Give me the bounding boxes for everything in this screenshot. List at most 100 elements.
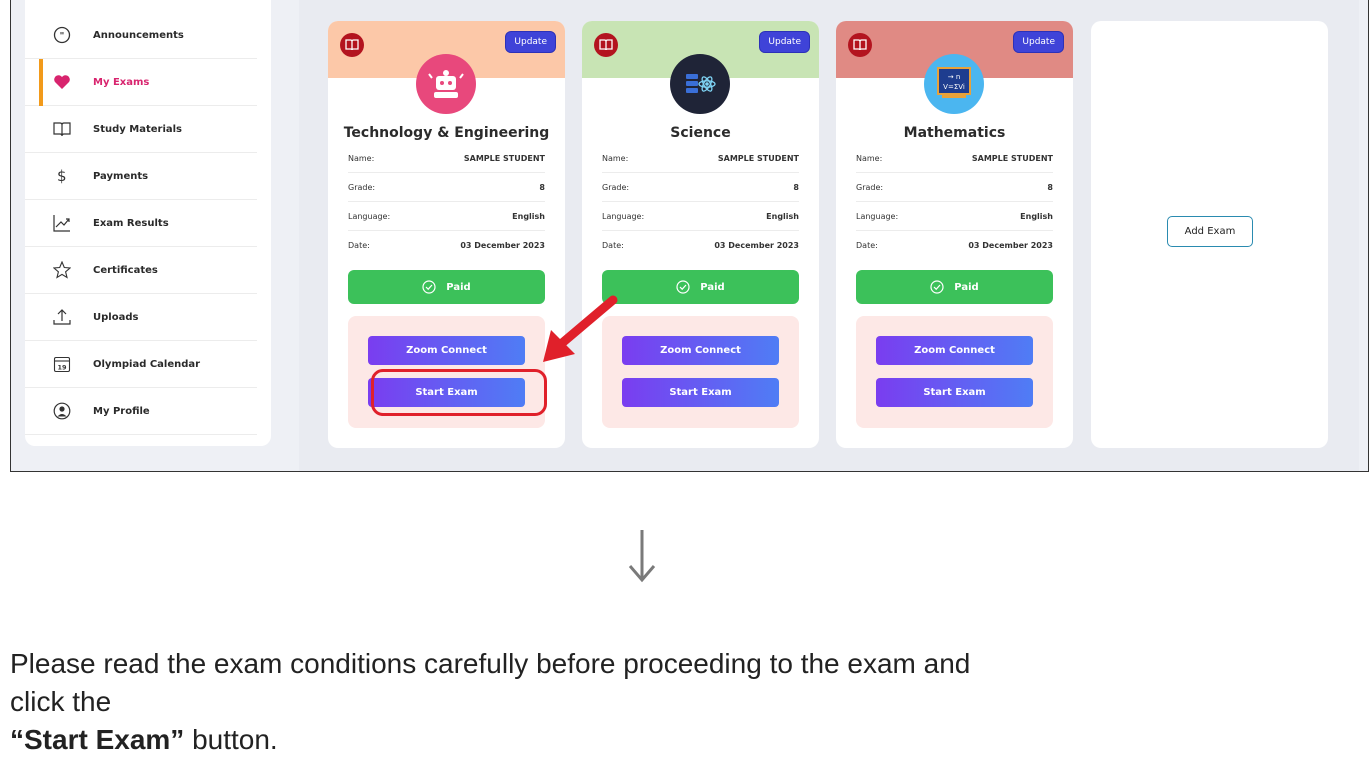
field-label: Language: — [348, 211, 391, 221]
calendar-day: 19 — [57, 364, 67, 372]
field-value: 8 — [793, 182, 799, 192]
info-row-language: Language: English — [602, 202, 799, 231]
sidebar-item-certificates[interactable]: Certificates — [25, 247, 257, 294]
sidebar-item-my-profile[interactable]: My Profile — [25, 388, 257, 435]
paid-status-button: Paid — [348, 270, 545, 304]
field-label: Name: — [856, 153, 883, 163]
zoom-connect-button[interactable]: Zoom Connect — [876, 336, 1033, 365]
check-circle-icon — [676, 280, 690, 294]
field-value: 8 — [1047, 182, 1053, 192]
field-label: Language: — [602, 211, 645, 221]
instruction-text: Please read the exam conditions carefull… — [10, 645, 1010, 759]
field-label: Grade: — [856, 182, 884, 192]
info-row-language: Language: English — [348, 202, 545, 231]
field-value: SAMPLE STUDENT — [717, 153, 799, 163]
svg-text:→ n: → n — [948, 73, 961, 81]
field-value: SAMPLE STUDENT — [463, 153, 545, 163]
info-row-language: Language: English — [856, 202, 1053, 231]
card-title: Technology & Engineering — [343, 125, 550, 141]
field-label: Grade: — [348, 182, 376, 192]
sidebar-item-study-materials[interactable]: Study Materials — [25, 106, 257, 153]
card-title: Science — [670, 125, 731, 141]
exam-card-science: Update Science Name: SAMPLE STUDENT Grade… — [582, 21, 819, 448]
start-exam-button[interactable]: Start Exam — [876, 378, 1033, 407]
sidebar-item-announcements[interactable]: " Announcements — [25, 12, 257, 59]
trend-chart-icon — [53, 214, 93, 232]
field-label: Name: — [602, 153, 629, 163]
field-label: Date: — [602, 241, 624, 250]
book-icon — [594, 33, 618, 57]
update-button[interactable]: Update — [1013, 31, 1064, 53]
sidebar-item-olympiad-calendar[interactable]: 19 Olympiad Calendar — [25, 341, 257, 388]
start-exam-highlight — [371, 369, 547, 416]
start-exam-button[interactable]: Start Exam — [622, 378, 779, 407]
info-row-name: Name: SAMPLE STUDENT — [856, 144, 1053, 173]
field-label: Name: — [348, 153, 375, 163]
paid-status-button: Paid — [856, 270, 1053, 304]
star-icon — [53, 261, 93, 279]
heart-icon — [53, 74, 93, 90]
sidebar-item-label: Study Materials — [93, 123, 183, 135]
check-circle-icon — [930, 280, 944, 294]
sidebar-item-label: My Exams — [93, 76, 150, 88]
info-row-grade: Grade: 8 — [856, 173, 1053, 202]
sidebar-item-uploads[interactable]: Uploads — [25, 294, 257, 341]
calendar-icon: 19 — [53, 355, 93, 373]
sidebar-item-label: Olympiad Calendar — [93, 358, 201, 370]
speech-bubble-icon: " — [53, 26, 93, 44]
user-circle-icon — [53, 402, 93, 420]
sidebar: " Announcements My Exams Study Materials… — [25, 0, 271, 446]
info-row-grade: Grade: 8 — [348, 173, 545, 202]
sidebar-item-label: Payments — [93, 170, 149, 182]
field-value: English — [512, 211, 545, 221]
field-value: 03 December 2023 — [714, 241, 799, 250]
action-box: Zoom Connect Start Exam — [602, 316, 799, 428]
field-label: Date: — [348, 241, 370, 250]
sidebar-item-exam-results[interactable]: Exam Results — [25, 200, 257, 247]
exam-card-mathematics: Update → n V=ΣVi Mathematics Name: SAMPLE … — [836, 21, 1073, 448]
info-row-date: Date: 03 December 2023 — [602, 231, 799, 260]
update-button[interactable]: Update — [505, 31, 556, 53]
instruction-main: Please read the exam conditions carefull… — [10, 648, 971, 717]
robot-icon — [416, 54, 476, 114]
screenshot-frame: " Announcements My Exams Study Materials… — [10, 0, 1369, 472]
field-value: English — [1020, 211, 1053, 221]
field-value: 03 December 2023 — [968, 241, 1053, 250]
down-arrow-icon — [628, 530, 656, 583]
svg-text:V=ΣVi: V=ΣVi — [943, 83, 965, 91]
update-button[interactable]: Update — [759, 31, 810, 53]
field-value: 8 — [539, 182, 545, 192]
field-value: English — [766, 211, 799, 221]
chalkboard-formula-icon: → n V=ΣVi — [924, 54, 984, 114]
dollar-icon: $ — [57, 167, 67, 185]
svg-text:": " — [60, 32, 65, 42]
red-pointer-arrow-icon — [543, 295, 618, 362]
paid-label: Paid — [700, 281, 725, 293]
check-circle-icon — [422, 280, 436, 294]
sidebar-item-label: Certificates — [93, 264, 158, 276]
zoom-connect-button[interactable]: Zoom Connect — [622, 336, 779, 365]
card-title: Mathematics — [903, 125, 1006, 141]
book-icon — [340, 33, 364, 57]
action-box: Zoom Connect Start Exam — [856, 316, 1053, 428]
field-label: Grade: — [602, 182, 630, 192]
add-exam-card: Add Exam — [1091, 21, 1328, 448]
paid-label: Paid — [446, 281, 471, 293]
add-exam-button[interactable]: Add Exam — [1167, 216, 1253, 247]
info-row-grade: Grade: 8 — [602, 173, 799, 202]
sidebar-item-label: Exam Results — [93, 217, 169, 229]
info-row-date: Date: 03 December 2023 — [348, 231, 545, 260]
sidebar-item-payments[interactable]: $ Payments — [25, 153, 257, 200]
atom-server-icon — [670, 54, 730, 114]
paid-label: Paid — [954, 281, 979, 293]
book-icon — [848, 33, 872, 57]
zoom-connect-button[interactable]: Zoom Connect — [368, 336, 525, 365]
sidebar-item-label: Uploads — [93, 311, 139, 323]
field-value: SAMPLE STUDENT — [971, 153, 1053, 163]
field-label: Date: — [856, 241, 878, 250]
info-row-name: Name: SAMPLE STUDENT — [348, 144, 545, 173]
sidebar-item-my-exams[interactable]: My Exams — [25, 59, 257, 106]
book-icon — [53, 121, 93, 137]
field-label: Language: — [856, 211, 899, 221]
field-value: 03 December 2023 — [460, 241, 545, 250]
